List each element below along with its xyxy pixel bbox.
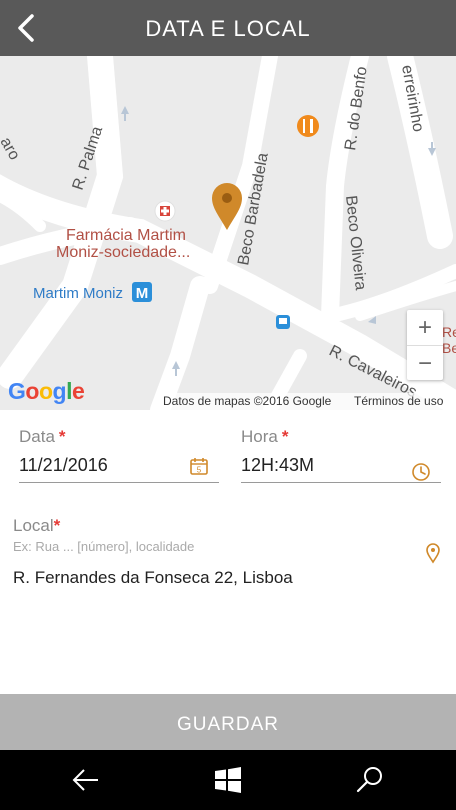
map-edge-label-re: Re (442, 324, 456, 340)
terms-of-use-link[interactable]: Términos de uso (354, 393, 443, 410)
time-underline (241, 482, 441, 483)
date-field[interactable]: 11/21/2016 (19, 455, 108, 476)
time-field[interactable]: 12H:43M (241, 455, 314, 476)
required-marker: * (58, 427, 66, 446)
date-location-form: Data * 11/21/2016 5 Hora * 12H:43M Local* … (0, 410, 456, 694)
location-field[interactable]: R. Fernandes da Fonseca 22, Lisboa (13, 568, 293, 588)
zoom-in-button[interactable]: + (407, 310, 443, 345)
app-header: DATA E LOCAL (0, 0, 456, 56)
calendar-icon[interactable]: 5 (189, 456, 209, 476)
zoom-out-button[interactable]: − (407, 345, 443, 381)
clock-icon[interactable] (411, 462, 431, 482)
windows-icon[interactable] (210, 762, 246, 798)
place-label-metro: Martim Moniz (33, 285, 123, 302)
time-label: Hora * (241, 427, 289, 446)
required-marker: * (53, 516, 61, 535)
location-pin-icon[interactable] (425, 542, 441, 564)
svg-text:5: 5 (197, 466, 202, 475)
pharmacy-icon (154, 200, 176, 222)
restaurant-icon (297, 115, 319, 137)
metro-icon: M (132, 282, 152, 302)
system-nav-bar (0, 750, 456, 810)
map-data-credit: Datos de mapas ©2016 Google (163, 394, 332, 408)
date-label: Data * (19, 427, 66, 446)
save-button[interactable]: GUARDAR (0, 694, 456, 750)
location-label: Local* (13, 516, 61, 535)
required-marker: * (281, 427, 289, 446)
zoom-controls: + − (407, 310, 443, 380)
google-logo: Google (8, 378, 85, 404)
map-edge-label-be: Be (442, 340, 456, 356)
bus-stop-icon (276, 315, 290, 329)
map-canvas[interactable]: R. Palma Beco Barbadela R. do Benfo erre… (0, 56, 456, 410)
map-attribution: Datos de mapas ©2016 Google Términos de … (160, 393, 456, 410)
svg-text:M: M (136, 285, 149, 302)
date-underline (19, 482, 219, 483)
page-title: DATA E LOCAL (145, 16, 311, 41)
place-label-pharmacy-2: Moniz-sociedade... (56, 244, 190, 261)
map-view[interactable]: R. Palma Beco Barbadela R. do Benfo erre… (0, 56, 456, 410)
search-icon[interactable] (352, 762, 388, 798)
place-label-pharmacy-1: Farmácia Martim (66, 227, 186, 244)
nav-back-icon[interactable] (68, 762, 104, 798)
location-placeholder: Ex: Rua ... [número], localidade (13, 539, 195, 554)
